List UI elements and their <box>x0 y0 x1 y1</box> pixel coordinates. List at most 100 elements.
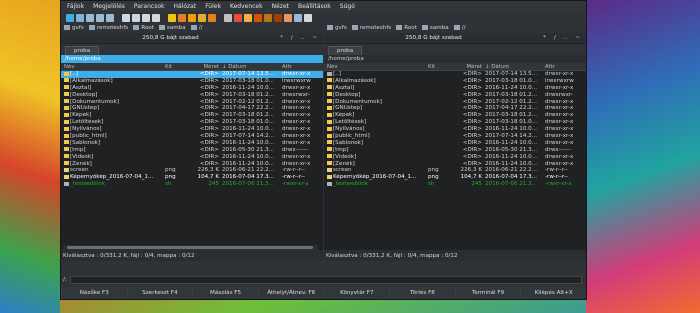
nav-button-2[interactable]: .. <box>301 35 305 41</box>
file-row[interactable]: [Képek] <DIR> 2017-03-18 01.2... drwxr-xr-x <box>324 112 586 119</box>
file-row[interactable]: [Alkalmazások] <DIR> 2017-03-18 01.0... lrw… <box>61 78 323 85</box>
compare-icon[interactable] <box>168 13 176 22</box>
move-icon[interactable] <box>244 13 252 22</box>
header-ext[interactable]: Kit <box>428 64 449 70</box>
header-date[interactable]: ↓ Dátum <box>485 64 545 70</box>
info-icon[interactable] <box>304 13 312 22</box>
details-icon[interactable] <box>152 13 160 22</box>
list-view-icon[interactable] <box>122 13 130 22</box>
file-row[interactable]: [Videók] <DIR> 2016-11-24 10.0... drwxr-xr-… <box>324 154 586 161</box>
right-pane[interactable]: gvfs remoteshfs Root samba // 250,8 G bájt s… <box>324 23 586 261</box>
delete-icon[interactable] <box>254 13 262 22</box>
copy-icon[interactable] <box>234 13 242 22</box>
search-icon[interactable] <box>188 13 196 22</box>
menu-7[interactable]: Beállítások <box>298 3 331 10</box>
unpack-icon[interactable] <box>274 13 282 22</box>
file-row[interactable]: [Desktop] <DIR> 2017-03-18 01.2... drwxrwxr… <box>324 92 586 99</box>
menu-6[interactable]: Nézet <box>272 3 289 10</box>
file-row[interactable]: [..] <DIR> 2017-07-14 13.5... drwxr-xr-x <box>324 71 586 78</box>
file-row[interactable]: [Nyilvános] <DIR> 2016-11-24 10.0... drwxr-… <box>324 126 586 133</box>
menu-2[interactable]: Parancsok <box>134 3 165 10</box>
menu-5[interactable]: Kedvencek <box>230 3 263 10</box>
file-row[interactable]: Képernyőkép_2016-07-04_1... png 104,7 K 201… <box>61 174 323 181</box>
drive-button-0[interactable]: gvfs <box>327 25 347 31</box>
header-size[interactable]: Méret <box>449 64 485 70</box>
file-row[interactable]: [Nyilvános] <DIR> 2016-11-24 10.0... drwxr-… <box>61 126 323 133</box>
fkey-button-2[interactable]: Másolás F5 <box>192 287 258 299</box>
menu-0[interactable]: Fájlok <box>67 3 84 10</box>
file-list[interactable]: [..] <DIR> 2017-07-14 13.5... drwxr-xr-x [Al… <box>324 71 586 252</box>
file-list[interactable]: [..] <DIR> 2017-07-14 13.5... drwxr-xr-x [Al… <box>61 71 323 252</box>
nav-button-3[interactable]: ~ <box>575 35 580 41</box>
nav-button-2[interactable]: .. <box>564 35 568 41</box>
header-date[interactable]: ↓ Dátum <box>222 64 282 70</box>
file-row[interactable]: [Alkalmazások] <DIR> 2017-03-18 01.0... lrw… <box>324 78 586 85</box>
fkey-button-7[interactable]: Kilépés Alt+X <box>520 287 586 299</box>
nav-button-0[interactable]: * <box>280 35 283 41</box>
file-row[interactable]: screen png 226,3 K 2016-06-21 22.2... -rw-r-… <box>324 167 586 174</box>
fkey-button-3[interactable]: Áthelyt/Átnev. F6 <box>257 287 324 299</box>
command-input[interactable] <box>69 275 582 284</box>
up-icon[interactable] <box>106 13 114 22</box>
sort-icon[interactable] <box>198 13 206 22</box>
header-name[interactable]: Név <box>324 64 428 70</box>
file-row[interactable]: [tmp] <DIR> 2016-05-30 21.3... drwx------ <box>61 147 323 154</box>
tab-proba[interactable]: proba <box>65 46 100 55</box>
drive-button-1[interactable]: remoteshfs <box>88 25 128 31</box>
menu-3[interactable]: Hálózat <box>173 3 196 10</box>
file-row[interactable]: [Dokumentumok] <DIR> 2017-02-12 01.2... drw… <box>324 99 586 106</box>
swap-icon[interactable] <box>208 13 216 22</box>
menu-4[interactable]: Fülek <box>205 3 221 10</box>
drive-button-1[interactable]: remoteshfs <box>351 25 391 31</box>
file-row[interactable]: _testweblink sh 245 2016-07-06 21.3... -rwxr… <box>324 181 586 188</box>
file-row[interactable]: _testweblink sh 245 2016-07-06 21.3... -rwxr… <box>61 181 323 188</box>
header-size[interactable]: Méret <box>186 64 222 70</box>
file-row[interactable]: [Képek] <DIR> 2017-03-18 01.2... drwxr-xr-x <box>61 112 323 119</box>
path-bar[interactable]: /home/proba <box>324 55 586 63</box>
file-row[interactable]: [Zenék] <DIR> 2016-11-24 10.0... drwxr-xr-x <box>324 161 586 168</box>
file-row[interactable]: [Zenék] <DIR> 2016-11-24 10.0... drwxr-xr-x <box>61 161 323 168</box>
brief-view-icon[interactable] <box>132 13 140 22</box>
file-row[interactable]: [..] <DIR> 2017-07-14 13.5... drwxr-xr-x <box>61 71 323 78</box>
path-bar[interactable]: /home/proba <box>61 55 323 63</box>
file-row[interactable]: [GNUstep] <DIR> 2017-04-17 22.2... drwxr-xr… <box>61 105 323 112</box>
file-row[interactable]: [Asztal] <DIR> 2016-11-24 10.0... drwxr-xr-… <box>324 85 586 92</box>
columns-icon[interactable] <box>142 13 150 22</box>
fkey-button-6[interactable]: Terminál F9 <box>454 287 521 299</box>
left-pane[interactable]: gvfs remoteshfs Root samba // 250,8 G bájt s… <box>61 23 323 261</box>
forward-icon[interactable] <box>96 13 104 22</box>
header-attr[interactable]: Attr <box>282 64 319 70</box>
file-row[interactable]: [public_html] <DIR> 2017-07-14 14.2... drwx… <box>324 133 586 140</box>
file-row[interactable]: Képernyőkép_2016-07-04_1... png 104,7 K 201… <box>324 174 586 181</box>
drive-button-4[interactable]: // <box>190 25 202 31</box>
fkey-button-0[interactable]: Nézőke F3 <box>61 287 127 299</box>
drive-button-3[interactable]: samba <box>421 25 449 31</box>
scrollbar-thumb[interactable] <box>67 246 313 249</box>
drive-button-2[interactable]: Root <box>133 25 154 31</box>
header-attr[interactable]: Attr <box>545 64 582 70</box>
sync-icon[interactable] <box>178 13 186 22</box>
drive-button-3[interactable]: samba <box>158 25 186 31</box>
file-row[interactable]: [Letöltések] <DIR> 2017-03-18 01.0... drwxr… <box>324 119 586 126</box>
back-icon[interactable] <box>86 13 94 22</box>
drive-button-0[interactable]: gvfs <box>64 25 84 31</box>
fkey-button-1[interactable]: Szerkeszt F4 <box>126 287 193 299</box>
file-row[interactable]: screen png 226,3 K 2016-06-21 22.2... -rw-r-… <box>61 167 323 174</box>
terminal-icon[interactable] <box>224 13 232 22</box>
header-name[interactable]: Név <box>61 64 165 70</box>
nav-button-3[interactable]: ~ <box>312 35 317 41</box>
file-row[interactable]: [GNUstep] <DIR> 2017-04-17 22.2... drwxr-xr… <box>324 105 586 112</box>
drive-button-2[interactable]: Root <box>396 25 417 31</box>
file-row[interactable]: [Letöltések] <DIR> 2017-03-18 01.0... drwxr… <box>61 119 323 126</box>
nav-button-0[interactable]: * <box>543 35 546 41</box>
bookmark-icon[interactable] <box>284 13 292 22</box>
nav-button-1[interactable]: / <box>554 35 556 41</box>
drive-button-4[interactable]: // <box>453 25 465 31</box>
menu-1[interactable]: Megjelölés <box>93 3 125 10</box>
refresh-icon[interactable] <box>66 13 74 22</box>
pack-icon[interactable] <box>264 13 272 22</box>
file-row[interactable]: [Sablonok] <DIR> 2016-11-24 10.0... drwxr-x… <box>324 140 586 147</box>
home-icon[interactable] <box>76 13 84 22</box>
header-ext[interactable]: Kit <box>165 64 186 70</box>
menu-8[interactable]: Súgó <box>340 3 355 10</box>
